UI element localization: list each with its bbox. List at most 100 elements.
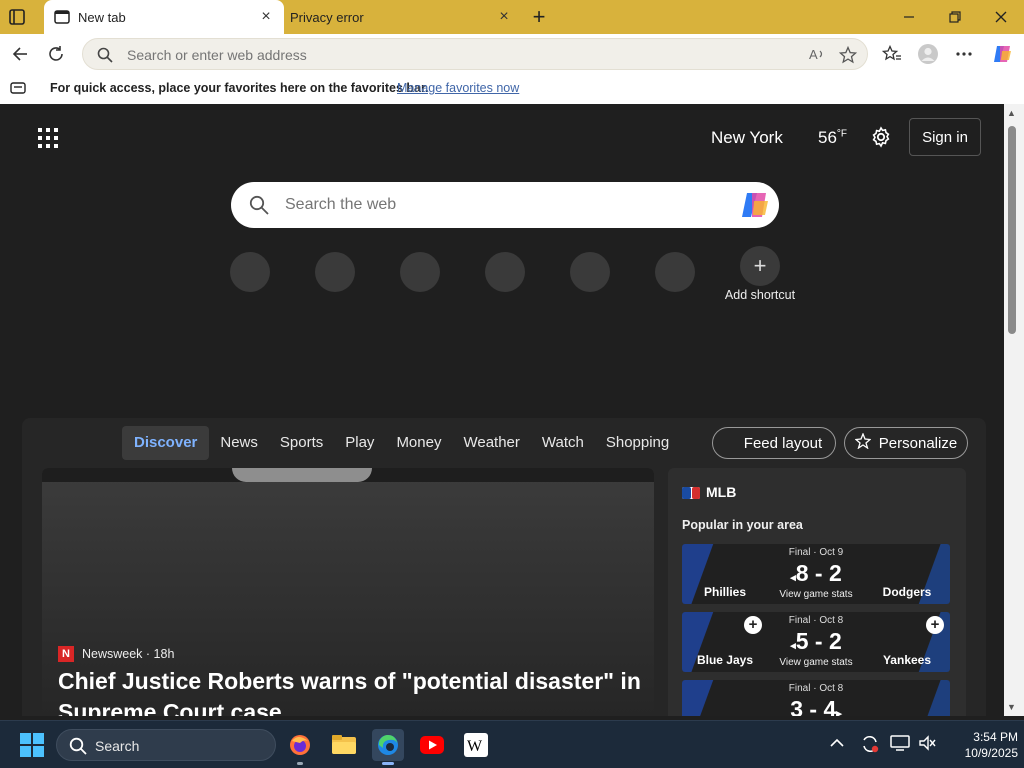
game-status: Final · Oct 8 (788, 683, 844, 694)
address-bar[interactable]: A (82, 38, 868, 70)
shortcut-tile[interactable] (230, 252, 270, 292)
game-score: ◂5 - 2 (682, 628, 950, 655)
taskbar-search-label: Search (95, 738, 140, 754)
feed-layout-label: Feed layout (743, 434, 823, 452)
shortcut-tile[interactable] (655, 252, 695, 292)
weather-city[interactable]: New York (711, 128, 783, 148)
svg-text:A: A (809, 47, 818, 62)
game-card[interactable]: Final · Oct 9 ◂8 - 2 View game stats Phi… (682, 544, 950, 604)
close-tab-icon[interactable]: × (258, 9, 274, 25)
mlb-title: MLB (706, 484, 737, 500)
mlb-header[interactable]: MLB (682, 484, 736, 500)
newsweek-logo-icon: N (58, 646, 74, 662)
edge-browser-icon[interactable] (372, 729, 404, 765)
tab-shopping[interactable]: Shopping (595, 426, 680, 460)
personalize-button[interactable]: Personalize (844, 427, 968, 459)
tab-weather[interactable]: Weather (452, 426, 530, 460)
weather-temperature[interactable]: 56°F (818, 128, 847, 148)
browser-toolbar: A (0, 34, 1024, 74)
scroll-up-arrow-icon[interactable]: ▲ (1007, 108, 1016, 118)
new-tab-page: New York 56°F Sign in + Add shortcut Dis… (4, 104, 1004, 716)
tab-new-tab[interactable]: New tab × (44, 0, 284, 34)
web-search-input[interactable] (285, 194, 705, 216)
youtube-icon[interactable] (416, 729, 448, 761)
address-input[interactable] (127, 45, 727, 65)
sync-icon[interactable] (860, 734, 880, 757)
scroll-down-arrow-icon[interactable]: ▼ (1007, 702, 1016, 712)
tab-label: New tab (78, 9, 126, 25)
shortcut-tile[interactable] (570, 252, 610, 292)
close-window-icon[interactable] (978, 0, 1024, 34)
article-headline[interactable]: Chief Justice Roberts warns of "potentia… (58, 666, 648, 716)
game-status: Final · Oct 9 (788, 547, 844, 558)
search-icon (249, 195, 269, 220)
manage-favorites-link[interactable]: Manage favorites now (397, 81, 519, 95)
refresh-icon[interactable] (44, 42, 68, 66)
new-tab-favicon-icon (54, 9, 70, 25)
feed-layout-button[interactable]: Feed layout (712, 427, 836, 459)
file-explorer-icon[interactable] (328, 729, 360, 761)
title-bar: New tab × Privacy error × + (0, 0, 1024, 34)
tab-sports[interactable]: Sports (269, 426, 334, 460)
network-display-icon[interactable] (890, 734, 910, 755)
mlb-subtitle: Popular in your area (682, 518, 803, 532)
tab-privacy-error[interactable]: Privacy error × (282, 0, 520, 34)
game-score: 3 - 4▸ (682, 696, 950, 716)
tab-watch[interactable]: Watch (531, 426, 595, 460)
settings-gear-icon[interactable] (870, 126, 892, 153)
home-team: Blue Jays (696, 653, 754, 667)
profile-avatar-icon[interactable] (916, 42, 940, 66)
system-clock[interactable]: 3:54 PM 10/9/2025 (938, 729, 1018, 761)
game-score-value: 3 - 4 (790, 696, 837, 716)
shortcut-tile[interactable] (400, 252, 440, 292)
personalize-icon (854, 432, 872, 453)
game-score: ◂8 - 2 (682, 560, 950, 587)
tab-money[interactable]: Money (385, 426, 452, 460)
source-name: Newsweek (82, 647, 143, 661)
shortcut-tile[interactable] (315, 252, 355, 292)
game-card[interactable]: + + Final · Oct 8 ◂5 - 2 View game stats… (682, 612, 950, 672)
article-age: · 18h (145, 647, 175, 661)
tab-discover[interactable]: Discover (122, 426, 210, 460)
more-options-icon[interactable] (952, 42, 976, 66)
web-search-box[interactable] (231, 182, 779, 228)
copilot-search-icon[interactable] (739, 190, 771, 225)
news-feed: Discover News Sports Play Money Weather … (22, 418, 986, 716)
temperature-unit: °F (836, 128, 848, 140)
article-card[interactable]: N Newsweek · 18h Chief Justice Roberts w… (42, 468, 654, 716)
new-tab-plus-icon[interactable]: + (528, 6, 550, 28)
mlb-logo-icon (682, 486, 700, 499)
clock-time: 3:54 PM (973, 730, 1018, 744)
away-team: Yankees (882, 653, 932, 667)
minimize-icon[interactable] (886, 0, 932, 34)
favorites-bar-message: For quick access, place your favorites h… (50, 81, 429, 95)
app-launcher-icon[interactable] (38, 128, 58, 153)
firefox-icon[interactable] (284, 729, 316, 765)
close-tab-icon[interactable]: × (496, 9, 512, 25)
back-arrow-icon[interactable] (8, 42, 32, 66)
feed-nav: Discover News Sports Play Money Weather … (122, 426, 680, 460)
scrollbar-thumb[interactable] (1008, 126, 1016, 334)
svg-text:W: W (467, 738, 483, 755)
tab-label: Privacy error (290, 9, 364, 25)
add-shortcut-button[interactable]: + (740, 246, 780, 286)
windows-start-icon[interactable] (20, 733, 44, 757)
shortcut-tile[interactable] (485, 252, 525, 292)
page-scrollbar[interactable]: ▲ ▼ (1004, 104, 1024, 716)
sign-in-button[interactable]: Sign in (909, 118, 981, 156)
volume-muted-icon[interactable] (918, 734, 936, 755)
tab-news[interactable]: News (209, 426, 269, 460)
read-aloud-icon[interactable]: A (809, 46, 827, 67)
tab-actions-icon[interactable] (8, 8, 30, 26)
taskbar-search[interactable]: Search (56, 729, 276, 761)
copilot-icon[interactable] (990, 42, 1014, 66)
article-source: N Newsweek · 18h (58, 646, 174, 662)
show-hidden-icons-chevron-icon[interactable] (830, 735, 844, 751)
game-card[interactable]: Final · Oct 8 3 - 4▸ (682, 680, 950, 716)
wikipedia-icon[interactable]: W (460, 729, 492, 761)
tab-play[interactable]: Play (334, 426, 385, 460)
favorites-icon[interactable] (880, 42, 904, 66)
favorites-bar-icon (10, 82, 26, 97)
favorite-star-icon[interactable] (838, 45, 858, 69)
restore-icon[interactable] (932, 0, 978, 34)
